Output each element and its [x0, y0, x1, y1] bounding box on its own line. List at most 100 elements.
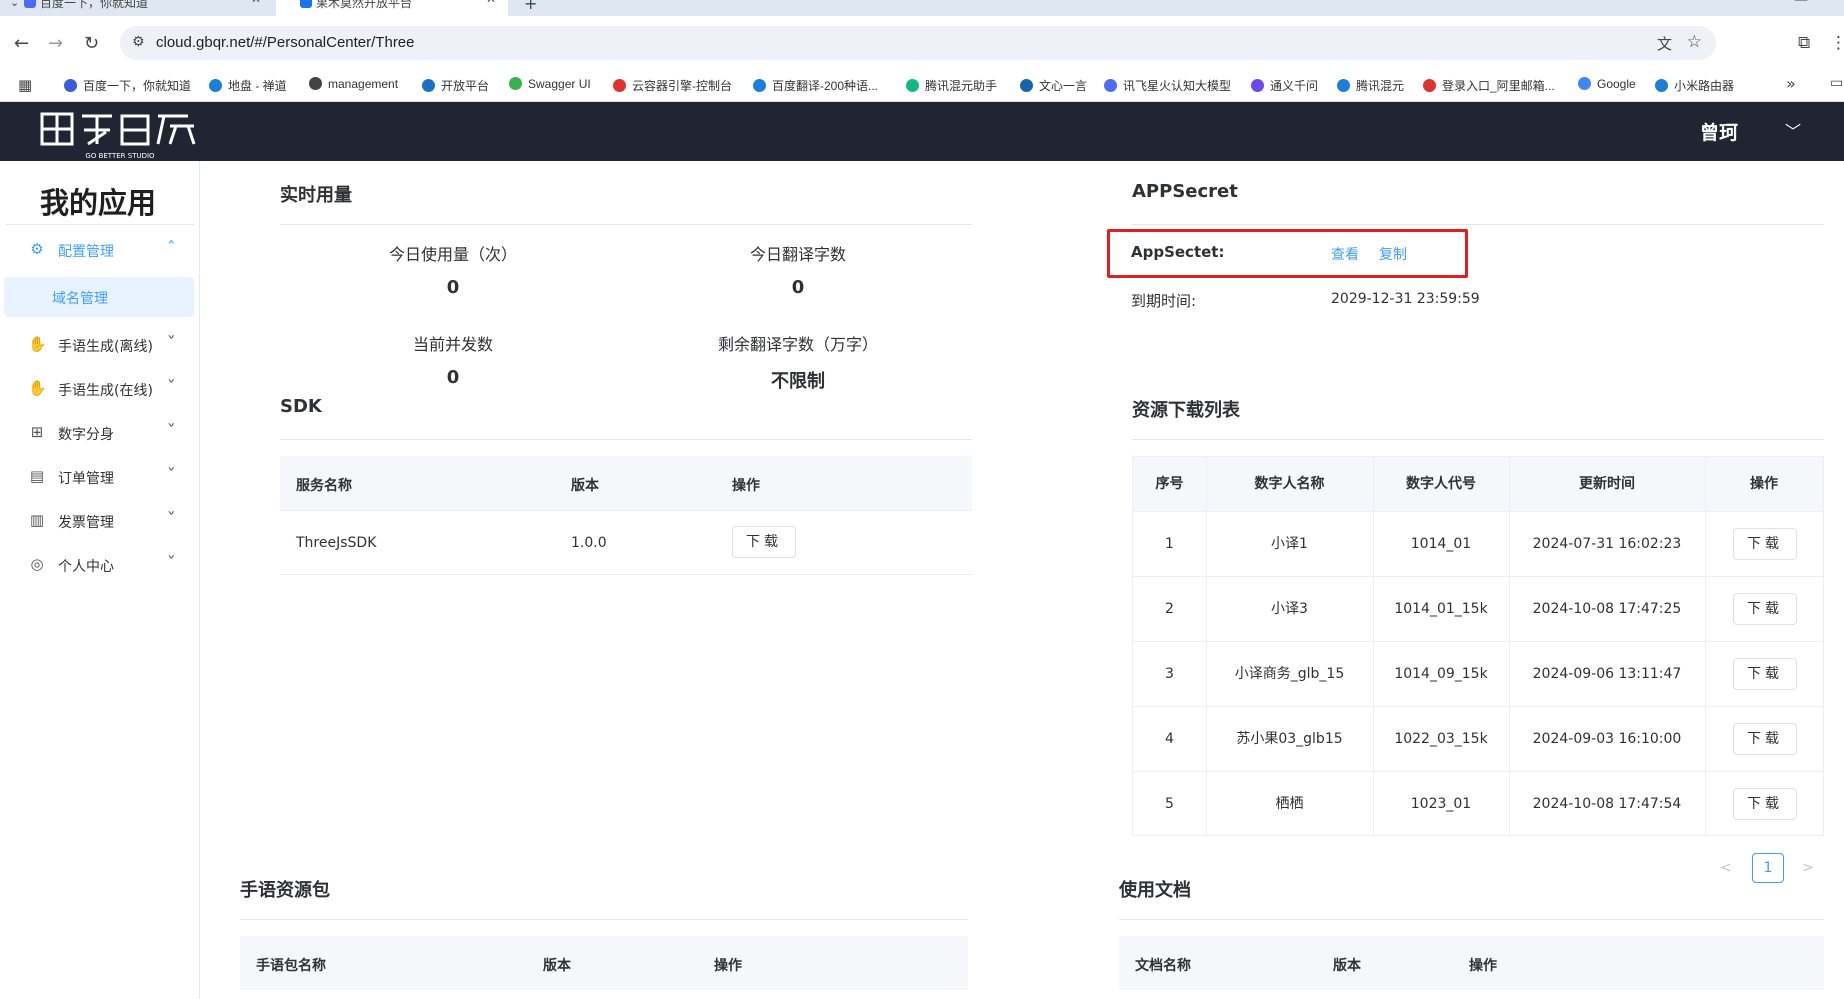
row-no: 4 [1165, 731, 1174, 747]
reload-icon[interactable]: ↻ [84, 33, 99, 54]
resources-table: 序号 数字人名称 数字人代号 更新时间 操作 1 小译1 1014_01 202… [1132, 456, 1824, 836]
sidebar-item-label: 配置管理 [58, 244, 114, 260]
bookmark-item[interactable]: Google [1578, 77, 1636, 91]
row-code: 1014_01_15k [1394, 601, 1488, 617]
browser-tabstrip: ⌄ 百度一下，你就知道 ✕ 果木莫然开放平台 ✕ + — [0, 0, 1844, 16]
bookmark-item[interactable]: 云容器引擎-控制台 [613, 77, 732, 94]
view-secret-link[interactable]: 查看 [1331, 244, 1359, 264]
bookmark-item[interactable]: 腾讯混元助手 [906, 77, 997, 94]
chevron-down-icon: ˅ [166, 511, 176, 526]
bookmarks-folder-icon[interactable]: ▭ [1830, 75, 1843, 91]
new-tab-icon[interactable]: + [524, 0, 537, 13]
translate-icon[interactable]: 文 [1657, 33, 1672, 54]
sidebar-item-label: 手语生成(在线) [58, 383, 153, 399]
bookmark-item[interactable]: 通义千问 [1251, 77, 1318, 94]
bookmark-label: 云容器引擎-控制台 [632, 79, 732, 93]
bookmark-favicon-icon [1655, 79, 1668, 92]
bookmark-star-icon[interactable]: ☆ [1687, 32, 1702, 52]
divider [280, 224, 972, 225]
column-header: 更新时间 [1579, 476, 1635, 492]
sign-pack-title: 手语资源包 [240, 880, 330, 901]
back-icon[interactable]: ← [14, 33, 29, 54]
copy-secret-link[interactable]: 复制 [1379, 244, 1407, 264]
bookmark-item[interactable]: 百度一下，你就知道 [64, 77, 191, 94]
bookmarks-overflow-icon[interactable]: » [1786, 74, 1796, 93]
sdk-version: 1.0.0 [571, 535, 607, 551]
sidebar-item-orders[interactable]: ▤ 订单管理 ˅ [0, 457, 200, 497]
sidebar-item-sign-online[interactable]: ✋ 手语生成(在线) ˅ [0, 369, 200, 409]
bookmark-favicon-icon [1337, 79, 1350, 92]
pager-next-icon[interactable]: > [1802, 860, 1814, 876]
resources-title: 资源下载列表 [1132, 400, 1240, 421]
tab-open-platform[interactable]: 果木莫然开放平台 ✕ [276, 0, 508, 16]
sidebar-item-profile[interactable]: ◎ 个人中心 ˅ [0, 545, 200, 585]
divider [280, 510, 972, 511]
omnibox[interactable]: ⚙ cloud.gbqr.net/#/PersonalCenter/Three … [120, 26, 1716, 60]
forward-icon[interactable]: → [48, 33, 63, 54]
menu-more-icon[interactable]: ⋮ [1830, 33, 1844, 53]
bookmark-label: 开放平台 [441, 79, 490, 93]
divider [280, 574, 972, 575]
close-tab-icon[interactable]: ✕ [251, 0, 261, 5]
bookmark-item[interactable]: 讯飞星火认知大模型 [1104, 77, 1231, 94]
sign-offline-icon: ✋ [28, 335, 47, 353]
sidebar-item-config[interactable]: ⚙ 配置管理 ˄ [0, 230, 200, 270]
invoice-icon: ▥ [29, 511, 45, 529]
download-button[interactable]: 下载 [1733, 658, 1797, 690]
bookmark-favicon-icon [1020, 79, 1033, 92]
download-button[interactable]: 下载 [1733, 593, 1797, 625]
appsecret-title: APPSecret [1132, 181, 1238, 202]
bookmark-item[interactable]: 百度翻译-200种语... [753, 77, 878, 94]
sidebar-item-digital-twin[interactable]: ⊞ 数字分身 ˅ [0, 413, 200, 453]
column-header: 版本 [1333, 958, 1361, 974]
sign-online-icon: ✋ [28, 379, 47, 397]
bookmark-label: 地盘 - 禅道 [228, 79, 287, 93]
column-header: 文档名称 [1135, 958, 1191, 974]
download-button[interactable]: 下载 [1733, 788, 1797, 820]
sidebar-item-domain[interactable]: 域名管理 [4, 277, 194, 317]
bookmark-favicon-icon [906, 79, 919, 92]
bookmark-label: 百度一下，你就知道 [83, 79, 192, 93]
chevron-down-icon: ˅ [166, 379, 176, 394]
bookmark-item[interactable]: 小米路由器 [1655, 77, 1734, 94]
bookmark-item[interactable]: 文心一言 [1020, 77, 1087, 94]
row-code: 1014_01 [1410, 536, 1472, 552]
sdk-download-button[interactable]: 下载 [732, 526, 796, 558]
divider [1132, 224, 1824, 225]
site-info-icon[interactable]: ⚙ [132, 34, 145, 50]
chevron-down-icon[interactable]: ﹀ [1785, 118, 1801, 142]
download-button[interactable]: 下载 [1733, 723, 1797, 755]
pager-page-button[interactable]: 1 [1752, 853, 1784, 883]
bookmark-favicon-icon [1251, 79, 1264, 92]
bookmark-item[interactable]: management [309, 77, 398, 91]
url-text[interactable]: cloud.gbqr.net/#/PersonalCenter/Three [156, 34, 415, 51]
bookmark-item[interactable]: Swagger UI [509, 77, 591, 91]
row-name: 小译1 [1271, 536, 1308, 552]
download-button[interactable]: 下载 [1733, 528, 1797, 560]
divider [1119, 919, 1824, 920]
address-bar-row: ← → ↻ ⚙ cloud.gbqr.net/#/PersonalCenter/… [0, 16, 1844, 71]
close-tab-icon[interactable]: ✕ [486, 0, 496, 5]
bookmark-label: 登录入口_阿里邮箱... [1442, 79, 1555, 93]
pager-prev-icon[interactable]: < [1720, 860, 1732, 876]
bookmark-item[interactable]: 腾讯混元 [1337, 77, 1404, 94]
usage-title: 实时用量 [280, 185, 352, 206]
bookmark-item[interactable]: 开放平台 [422, 77, 489, 94]
bookmark-label: Swagger UI [528, 77, 591, 91]
sidebar-item-invoices[interactable]: ▥ 发票管理 ˅ [0, 501, 200, 541]
apps-grid-icon[interactable]: ▦ [18, 76, 32, 94]
bookmark-item[interactable]: 登录入口_阿里邮箱... [1423, 77, 1555, 94]
chevron-down-icon: ˅ [166, 335, 176, 350]
remaining-chars-value: 不限制 [771, 371, 825, 392]
sidebar-item-sign-offline[interactable]: ✋ 手语生成(离线) ˅ [0, 325, 200, 365]
expire-value: 2029-12-31 23:59:59 [1331, 291, 1480, 307]
bookmarks-bar: ▦ 百度一下，你就知道 地盘 - 禅道 management 开放平台 Swagger … [0, 71, 1844, 102]
divider [280, 439, 972, 440]
extensions-icon[interactable]: ⧉ [1798, 33, 1810, 53]
bookmark-item[interactable]: 地盘 - 禅道 [209, 77, 287, 94]
minimize-icon[interactable]: — [1794, 0, 1808, 8]
username[interactable]: 曾珂 [1700, 118, 1738, 145]
bookmark-label: 文心一言 [1039, 79, 1088, 93]
tab-baidu[interactable]: 百度一下，你就知道 ✕ [0, 0, 273, 16]
row-code: 1023_01 [1410, 796, 1472, 812]
